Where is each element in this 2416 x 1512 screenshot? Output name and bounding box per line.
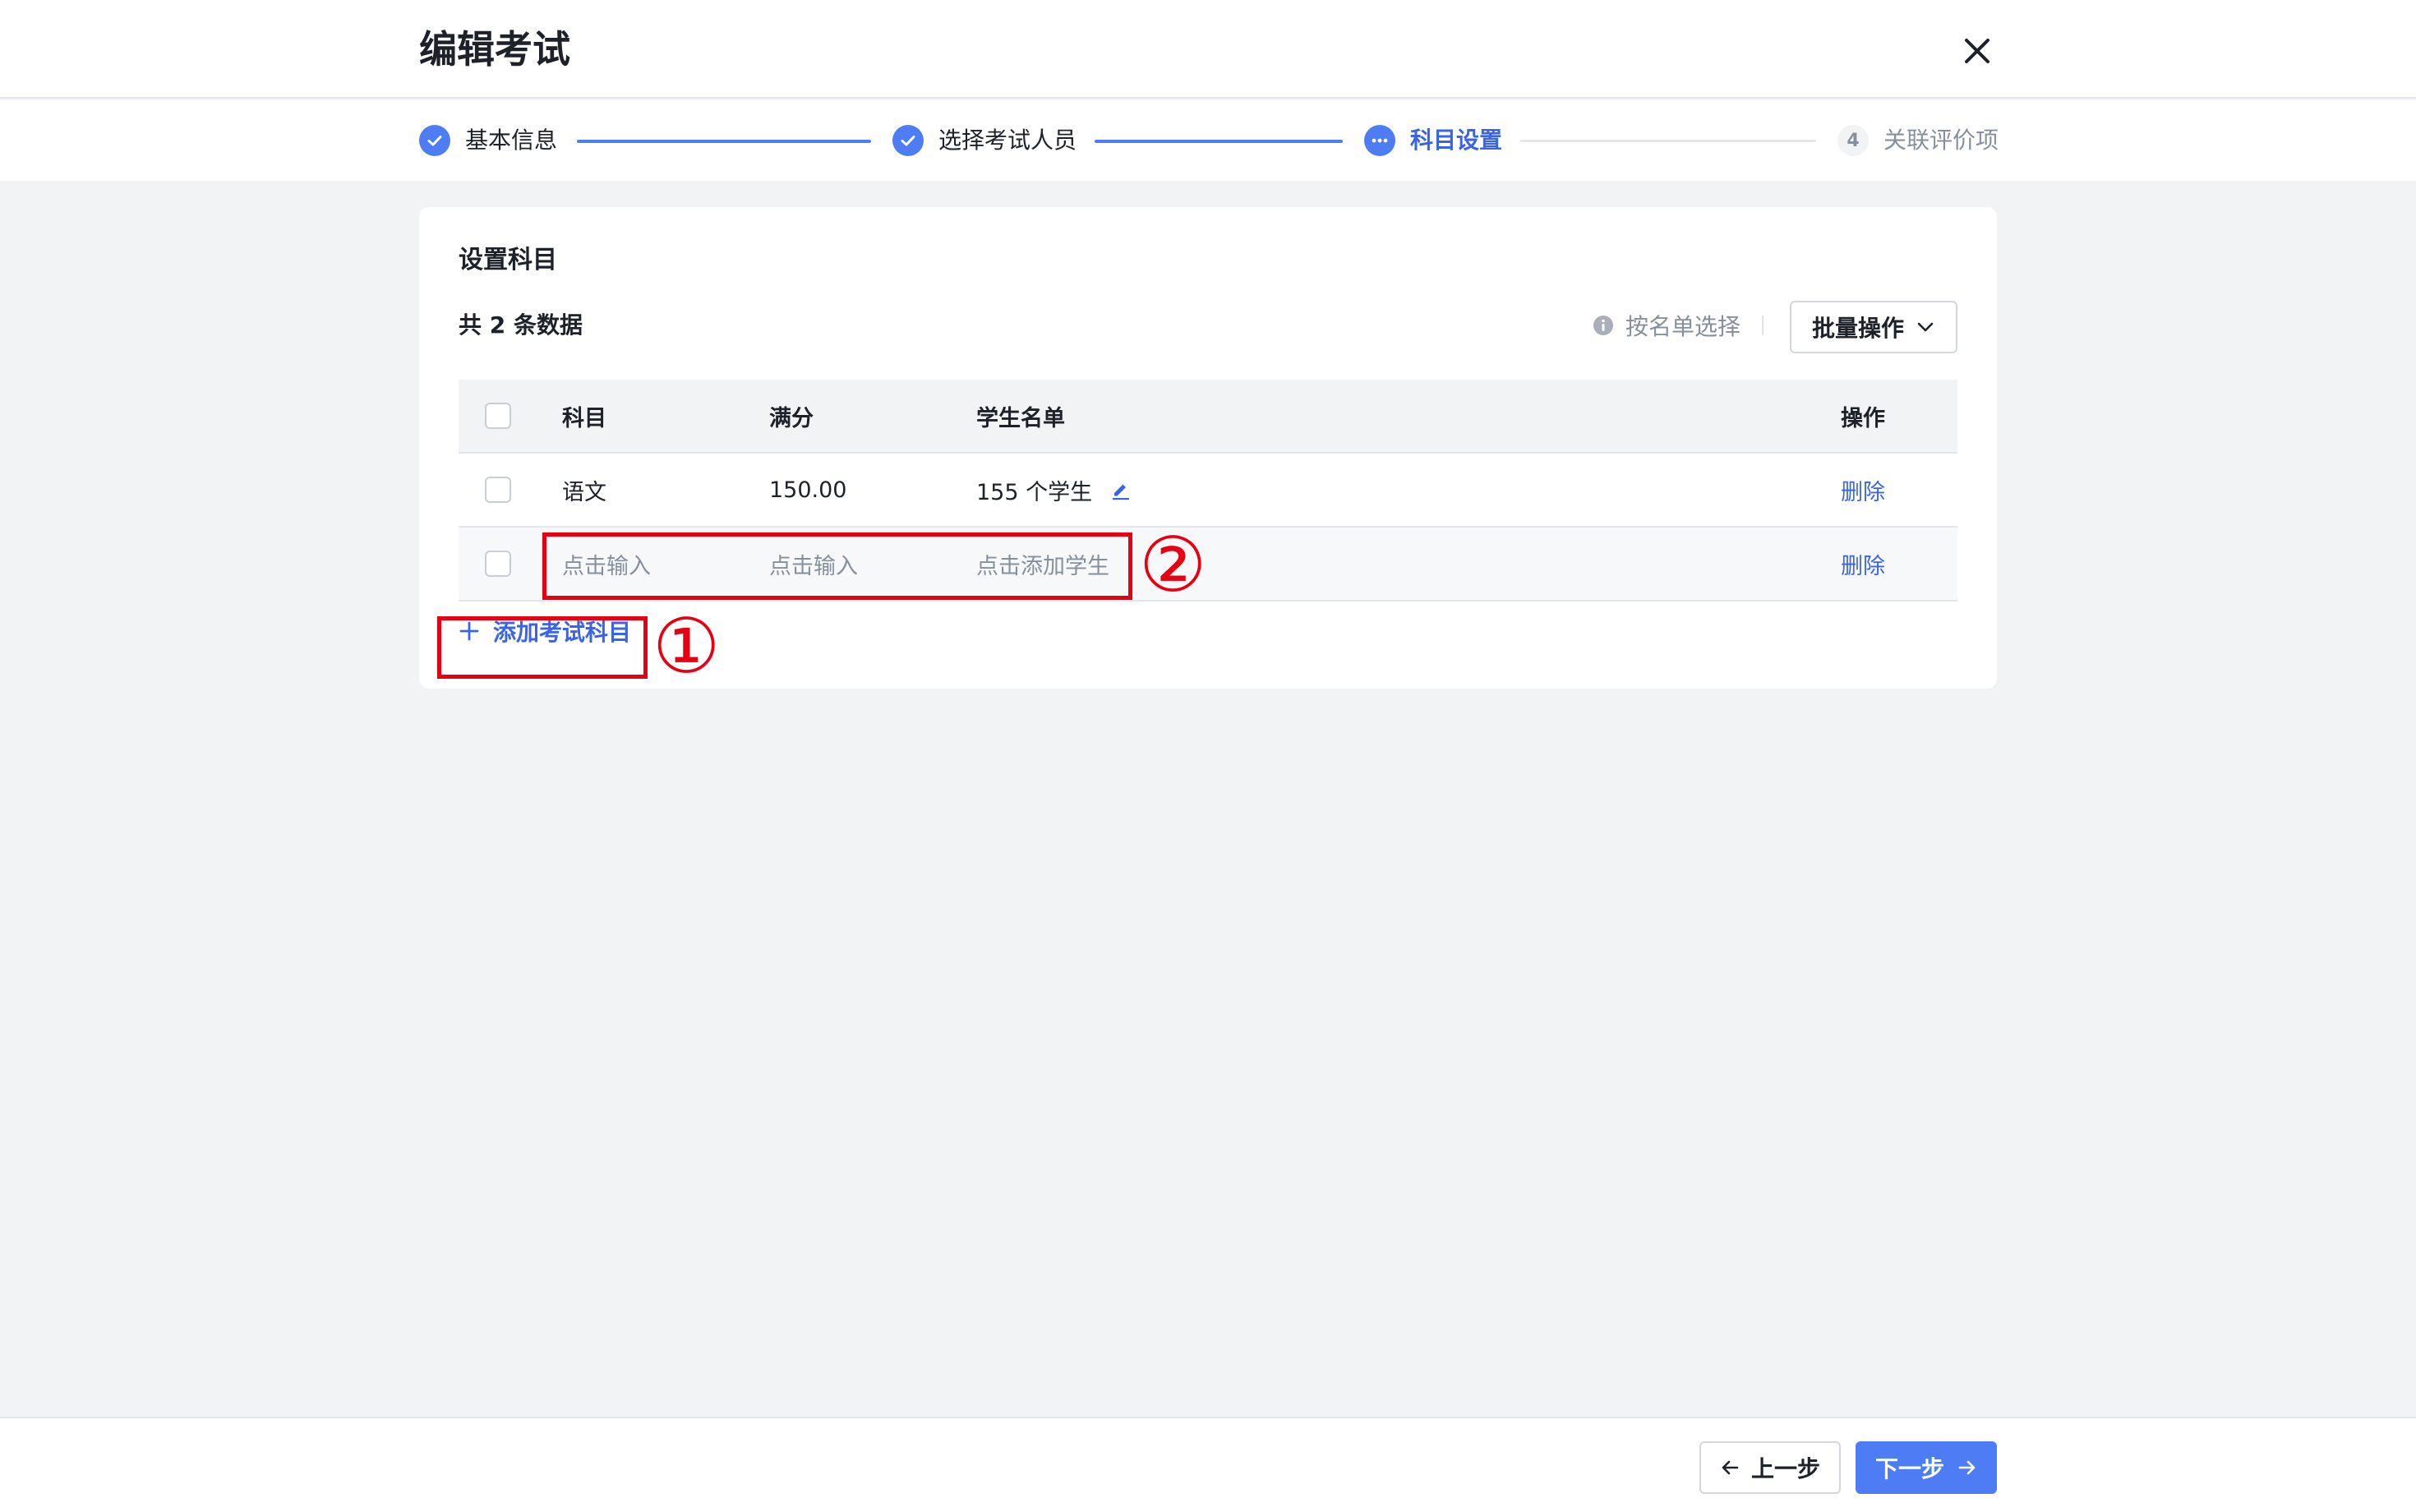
table-header-row: 科目 满分 学生名单 操作 [459, 380, 1957, 454]
step-label: 选择考试人员 [938, 127, 1077, 154]
plus-icon [459, 621, 479, 641]
edit-icon[interactable] [1110, 479, 1132, 500]
batch-operation-button[interactable]: 批量操作 [1790, 301, 1957, 353]
row-checkbox-cell [485, 454, 511, 526]
previous-step-button[interactable]: 上一步 [1699, 1441, 1841, 1494]
footer-bar: 上一步 下一步 [0, 1417, 2416, 1512]
score-cell[interactable]: 150.00 [769, 454, 846, 526]
row-checkbox[interactable] [485, 551, 511, 577]
step-number: 4 [1837, 125, 1869, 156]
column-header-action: 操作 [1841, 405, 1885, 431]
roster-select-button[interactable]: 按名单选择 [1593, 309, 1741, 342]
annotation-number-1: ① [652, 602, 721, 690]
page-title: 编辑考试 [419, 27, 570, 71]
close-icon [1965, 39, 1990, 63]
next-step-button[interactable]: 下一步 [1856, 1441, 1997, 1494]
step-connector [577, 140, 871, 143]
divider [1762, 316, 1764, 335]
batch-operation-label: 批量操作 [1811, 315, 1904, 342]
step-label: 基本信息 [465, 127, 558, 154]
arrow-left-icon [1722, 1460, 1739, 1475]
students-count: 155 个学生 [976, 479, 1093, 505]
select-all-checkbox[interactable] [485, 403, 511, 429]
column-header-subject: 科目 [562, 405, 606, 431]
column-header-score: 满分 [769, 405, 814, 431]
row-checkbox[interactable] [485, 477, 511, 503]
column-header-students: 学生名单 [976, 405, 1065, 431]
previous-step-label: 上一步 [1750, 1455, 1820, 1482]
check-circle-icon [419, 125, 450, 156]
table-row: 点击输入 点击输入 点击添加学生 删除 [459, 528, 1957, 602]
step-select-examinees[interactable]: 选择考试人员 [892, 122, 1077, 159]
subject-cell[interactable]: 语文 [562, 454, 606, 526]
modal-header: 编辑考试 [0, 0, 2416, 99]
add-subject-button[interactable]: 添加考试科目 [459, 615, 631, 648]
step-basic-info[interactable]: 基本信息 [419, 122, 557, 159]
step-connector [1520, 140, 1816, 142]
subject-table: 科目 满分 学生名单 操作 语文 150.00 155 个学生 删除 点击输入 … [459, 380, 1957, 602]
next-step-label: 下一步 [1874, 1455, 1944, 1482]
card-title: 设置科目 [459, 246, 557, 274]
score-input[interactable]: 点击输入 [769, 528, 858, 600]
table-row: 语文 150.00 155 个学生 删除 [459, 454, 1957, 528]
info-icon [1593, 316, 1613, 335]
subject-input[interactable]: 点击输入 [562, 528, 651, 600]
check-circle-icon [892, 125, 924, 156]
step-label: 科目设置 [1410, 127, 1503, 154]
step-connector [1095, 140, 1343, 143]
chevron-down-icon [1917, 322, 1934, 332]
roster-select-label: 按名单选择 [1625, 313, 1741, 340]
close-button[interactable] [1953, 26, 2002, 76]
add-subject-label: 添加考试科目 [493, 619, 632, 646]
record-count: 共 2 条数据 [459, 311, 583, 339]
arrow-right-icon [1958, 1460, 1976, 1475]
students-cell: 155 个学生 [976, 454, 1132, 526]
row-checkbox-cell [485, 528, 511, 600]
delete-link[interactable]: 删除 [1841, 454, 1885, 526]
delete-link[interactable]: 删除 [1841, 528, 1885, 600]
more-dots-icon [1364, 125, 1395, 156]
step-subject-settings[interactable]: 科目设置 [1364, 122, 1502, 159]
step-label: 关联评价项 [1883, 127, 1999, 154]
header-checkbox-cell [485, 380, 511, 452]
add-students-input[interactable]: 点击添加学生 [976, 528, 1109, 600]
annotation-number-2: ② [1139, 521, 1207, 609]
step-linked-evaluation[interactable]: 4 关联评价项 [1837, 122, 1999, 159]
steps-bar: 基本信息 选择考试人员 科目设置 4 关联评价项 [0, 100, 2416, 181]
